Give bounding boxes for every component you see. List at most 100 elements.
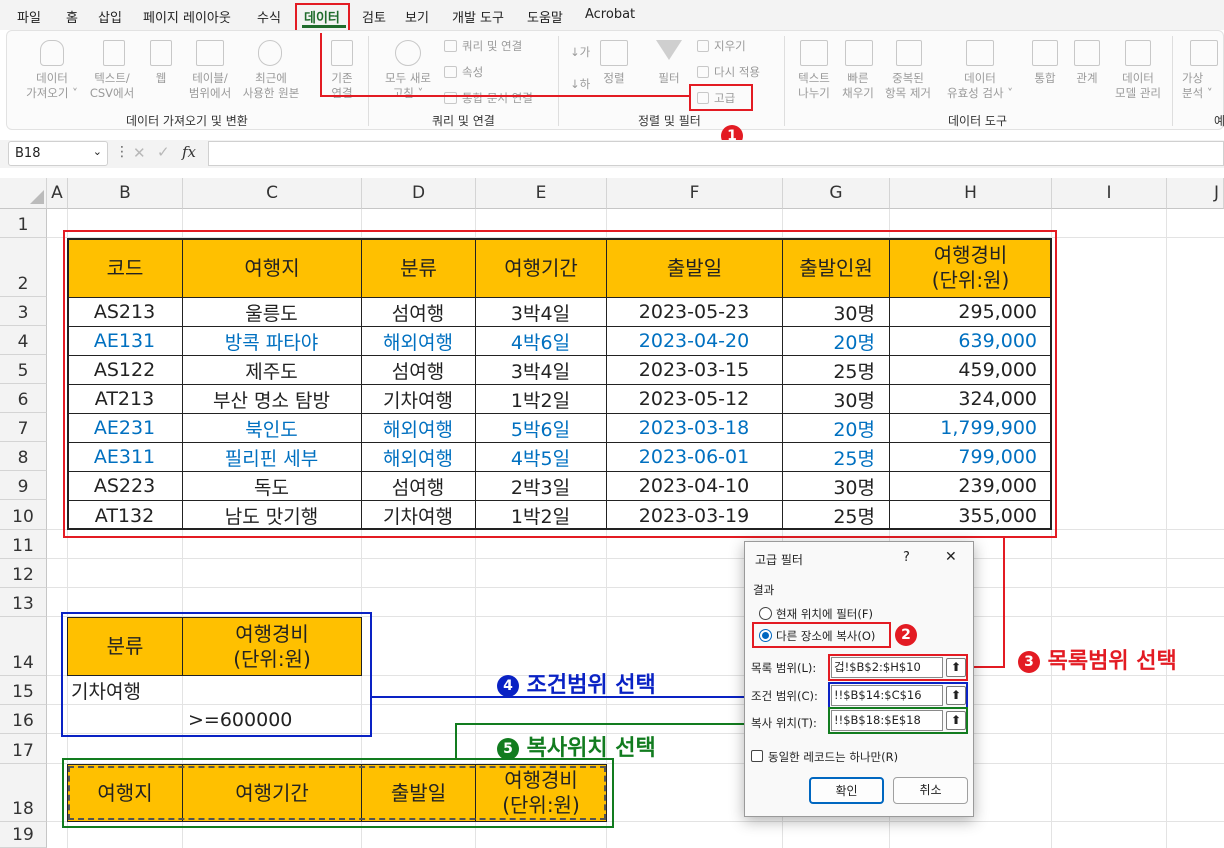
row-header-10[interactable]: 10 (0, 500, 47, 530)
menu-acrobat[interactable]: Acrobat (585, 7, 635, 22)
menu-formulas[interactable]: 수식 (257, 7, 281, 26)
radio-inplace[interactable] (759, 607, 772, 620)
row-header-9[interactable]: 9 (0, 471, 47, 500)
reapply-button[interactable]: 다시 적용 (714, 64, 760, 80)
row-header-1[interactable]: 1 (0, 209, 47, 238)
excel-window: 파일 홈 삽입 페이지 레이아웃 수식 데이터 검토 보기 개발 도구 도움말 … (0, 0, 1224, 848)
row-header-3[interactable]: 3 (0, 297, 47, 326)
formula-input[interactable] (208, 141, 1224, 166)
row-header-4[interactable]: 4 (0, 326, 47, 355)
data-validation-button[interactable]: 데이터 유효성 검사 ˅ (940, 71, 1020, 101)
group-sort-filter: 정렬 및 필터 (638, 114, 701, 128)
col-header-e[interactable]: E (476, 178, 607, 209)
col-header-d[interactable]: D (362, 178, 476, 209)
menu-help[interactable]: 도움말 (527, 7, 563, 26)
clear-filter-icon (697, 40, 709, 52)
ribbon-separator (784, 36, 785, 126)
sort-desc-button[interactable]: ↓하 (570, 76, 590, 92)
copy-option-highlight (752, 622, 891, 648)
group-queries: 쿼리 및 연결 (432, 114, 495, 128)
from-table-button[interactable]: 테이블/ 범위에서 (182, 71, 238, 101)
menu-review[interactable]: 검토 (362, 7, 386, 26)
row-header-14[interactable]: 14 (0, 617, 47, 676)
data-model-button[interactable]: 데이터 모델 관리 (1110, 71, 1166, 101)
queries-icon (444, 40, 457, 52)
unique-label[interactable]: 동일한 레코드는 하나만(R) (768, 749, 898, 765)
radio-inplace-label[interactable]: 현재 위치에 필터(F) (776, 606, 873, 622)
name-box[interactable]: B18 ⌄ (8, 141, 108, 166)
row-header-2[interactable]: 2 (0, 238, 47, 297)
web-button[interactable]: 웹 (148, 71, 174, 86)
row-header-13[interactable]: 13 (0, 588, 47, 617)
text-csv-button[interactable]: 텍스트/ CSV에서 (84, 71, 140, 101)
consolidate-label: 통합 (1034, 71, 1056, 85)
cancel-button[interactable]: 취소 (893, 777, 968, 804)
clear-button[interactable]: 지우기 (714, 38, 746, 54)
col-header-j[interactable]: J (1167, 178, 1224, 209)
text-to-columns-button[interactable]: 텍스트 나누기 (792, 71, 836, 101)
help-button[interactable]: ? (903, 550, 910, 565)
recent-sources-icon (258, 40, 282, 66)
workbook-links-button[interactable]: 통합 문서 연결 (462, 90, 533, 106)
row-header-11[interactable]: 11 (0, 530, 47, 559)
criteria-input-highlight (828, 682, 968, 709)
chevron-down-icon[interactable]: ⌄ (93, 145, 102, 158)
sort-asc-button[interactable]: ↓가 (570, 44, 590, 60)
menu-file[interactable]: 파일 (17, 7, 41, 26)
text-to-columns-label: 텍스트 나누기 (798, 71, 830, 100)
group-get-transform: 데이터 가져오기 및 변환 (126, 114, 248, 128)
relationships-icon (1074, 40, 1100, 66)
row-header-18[interactable]: 18 (0, 764, 47, 822)
row-header-8[interactable]: 8 (0, 442, 47, 471)
row-header-12[interactable]: 12 (0, 559, 47, 588)
menu-home[interactable]: 홈 (66, 7, 78, 26)
cancel-icon[interactable]: ✕ (133, 144, 146, 162)
function-icon[interactable]: fx (182, 143, 196, 161)
close-icon[interactable]: ✕ (945, 549, 957, 565)
remove-duplicates-button[interactable]: 중복된 항목 제거 (880, 71, 936, 101)
row-header-6[interactable]: 6 (0, 384, 47, 413)
dialog-title: 고급 필터 (755, 553, 803, 567)
step-3-label: 3 목록범위 선택 (1018, 643, 1177, 675)
flash-fill-label: 빠른 채우기 (842, 71, 874, 100)
consolidate-icon (1032, 40, 1058, 66)
col-header-b[interactable]: B (68, 178, 183, 209)
col-header-c[interactable]: C (183, 178, 362, 209)
recent-sources-button[interactable]: 최근에 사용한 원본 (238, 71, 304, 101)
col-header-g[interactable]: G (783, 178, 890, 209)
get-data-button[interactable]: 데이터 가져오기 ˅ (18, 71, 86, 101)
existing-connections-icon (331, 40, 353, 66)
col-header-h[interactable]: H (890, 178, 1052, 209)
gridline (47, 587, 1224, 588)
more-icon[interactable]: ⋮ (115, 144, 129, 160)
reapply-icon (697, 66, 709, 78)
row-header-7[interactable]: 7 (0, 413, 47, 442)
col-header-i[interactable]: I (1052, 178, 1167, 209)
row-header-16[interactable]: 16 (0, 705, 47, 734)
col-header-f[interactable]: F (607, 178, 783, 209)
unique-checkbox[interactable] (751, 750, 763, 762)
row-header-15[interactable]: 15 (0, 676, 47, 705)
list-connector (1003, 538, 1005, 668)
sort-button[interactable]: 정렬 (598, 71, 630, 86)
menu-view[interactable]: 보기 (405, 7, 429, 26)
row-header-5[interactable]: 5 (0, 355, 47, 384)
flash-fill-button[interactable]: 빠른 채우기 (838, 71, 878, 101)
what-if-button[interactable]: 가상 분석 ˅ (1182, 71, 1224, 101)
enter-icon[interactable]: ✓ (157, 143, 170, 161)
from-table-label: 테이블/ 범위에서 (188, 71, 232, 100)
relationships-button[interactable]: 관계 (1070, 71, 1104, 86)
filter-button[interactable]: 필터 (652, 71, 686, 86)
consolidate-button[interactable]: 통합 (1028, 71, 1062, 86)
queries-connections-button[interactable]: 쿼리 및 연결 (462, 38, 522, 54)
ok-button[interactable]: 확인 (809, 777, 884, 804)
menu-insert[interactable]: 삽입 (98, 7, 122, 26)
properties-button[interactable]: 속성 (462, 64, 483, 80)
copyto-range-highlight (62, 758, 614, 828)
menu-developer[interactable]: 개발 도구 (452, 7, 504, 26)
row-header-19[interactable]: 19 (0, 822, 47, 848)
col-header-a[interactable]: A (47, 178, 68, 209)
menu-page-layout[interactable]: 페이지 레이아웃 (143, 7, 231, 26)
data-tab-highlight (295, 3, 350, 33)
row-header-17[interactable]: 17 (0, 734, 47, 764)
